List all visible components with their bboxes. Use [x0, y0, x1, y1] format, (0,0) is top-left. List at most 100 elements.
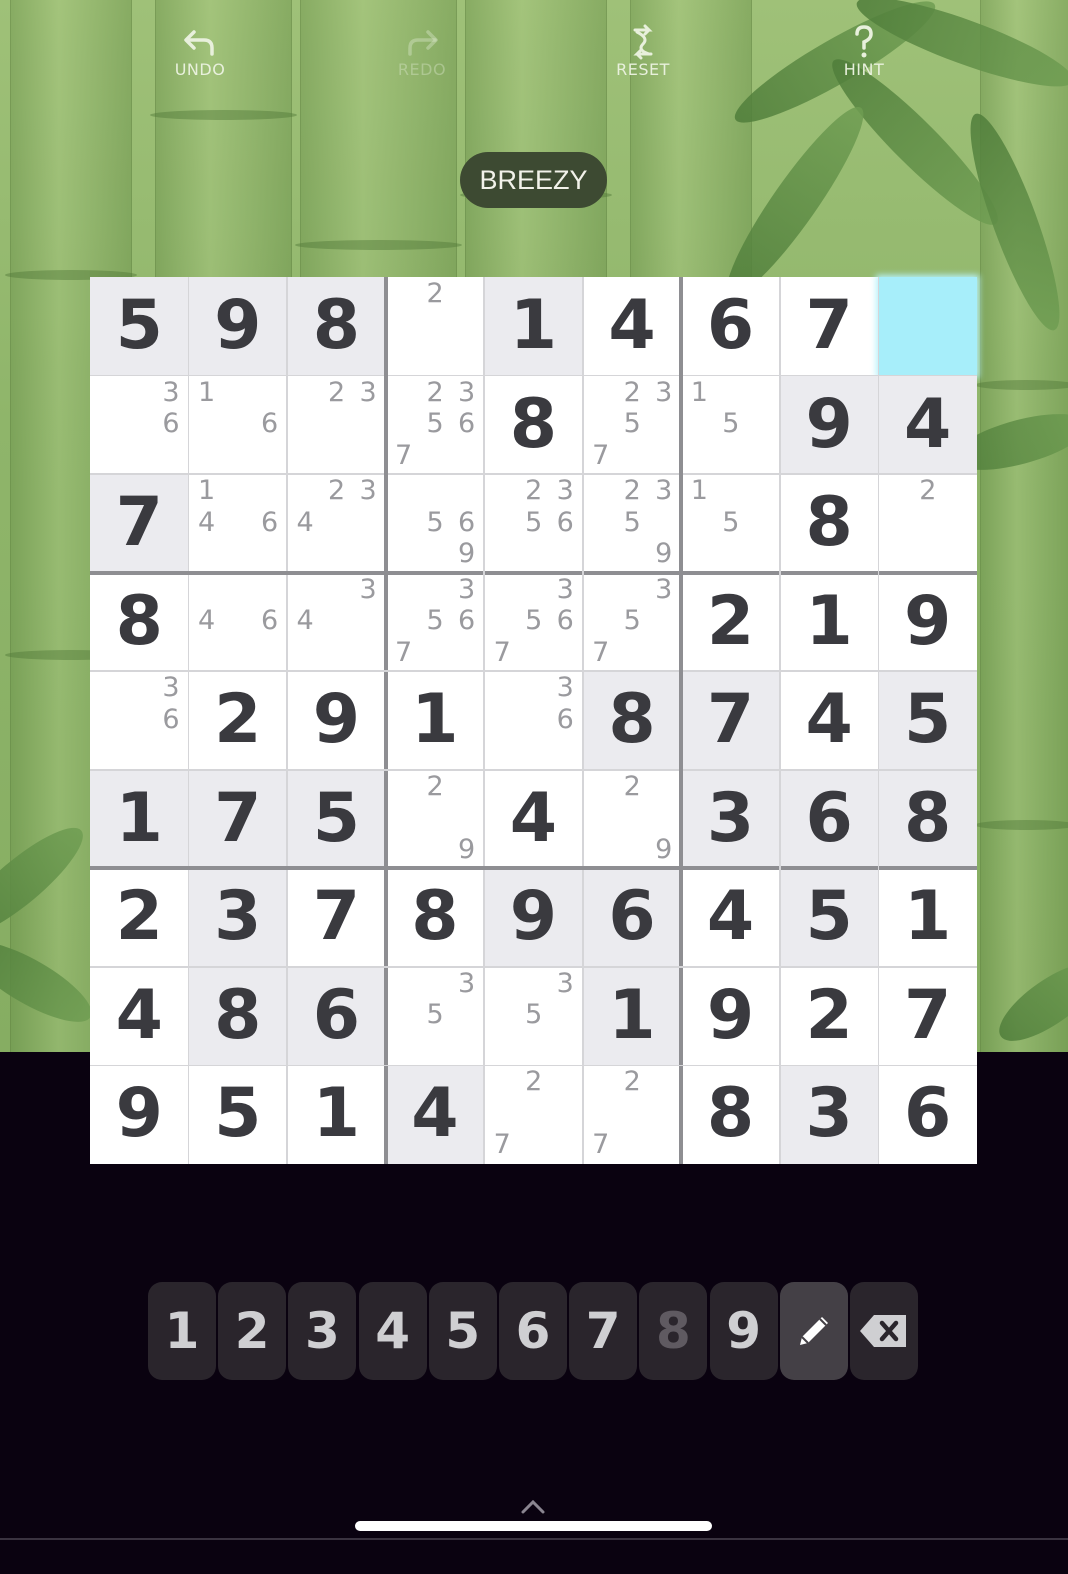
- cell-r9c9[interactable]: 6: [878, 1065, 977, 1164]
- redo-button[interactable]: REDO: [362, 24, 482, 79]
- cell-r4c8[interactable]: 1: [780, 573, 879, 672]
- cell-r5c4[interactable]: 1: [386, 671, 485, 770]
- cell-r8c8[interactable]: 2: [780, 967, 879, 1066]
- cell-r9c3[interactable]: 1: [287, 1065, 386, 1164]
- cell-r8c1[interactable]: 4: [90, 967, 189, 1066]
- cell-r2c9[interactable]: 4: [878, 375, 977, 475]
- cell-r1c3[interactable]: 8: [287, 277, 386, 376]
- cell-r3c4[interactable]: 569: [386, 474, 485, 573]
- cell-value: 7: [805, 286, 853, 365]
- cell-r1c1[interactable]: 5: [90, 277, 189, 376]
- cell-r6c1[interactable]: 1: [90, 769, 189, 869]
- cell-r3c9[interactable]: 2: [878, 474, 977, 573]
- cell-r1c4[interactable]: 2: [386, 277, 485, 376]
- cell-r1c9[interactable]: [878, 277, 977, 376]
- cell-r1c2[interactable]: 9: [188, 277, 288, 376]
- number-key-9[interactable]: 9: [709, 1282, 778, 1380]
- cell-r7c6[interactable]: 6: [582, 868, 682, 967]
- cell-r7c2[interactable]: 3: [188, 868, 288, 967]
- cell-r5c2[interactable]: 2: [189, 671, 288, 770]
- cell-r7c1[interactable]: 2: [90, 868, 189, 967]
- chevron-up-icon[interactable]: [520, 1496, 546, 1516]
- home-indicator[interactable]: [355, 1521, 712, 1531]
- cell-r8c4[interactable]: 35: [386, 967, 485, 1066]
- cell-r7c7[interactable]: 4: [681, 868, 780, 967]
- cell-r2c1[interactable]: 36: [90, 376, 189, 475]
- cell-r4c2[interactable]: 46: [189, 573, 288, 672]
- cell-r8c9[interactable]: 7: [878, 967, 977, 1066]
- number-key-2[interactable]: 2: [218, 1282, 287, 1380]
- number-key-6[interactable]: 6: [499, 1282, 567, 1380]
- cell-r3c3[interactable]: 23 4: [287, 474, 386, 573]
- cell-r9c6[interactable]: 27: [583, 1065, 682, 1164]
- erase-button[interactable]: [850, 1282, 918, 1380]
- cell-r5c9[interactable]: 5: [878, 671, 977, 770]
- cell-r8c7[interactable]: 9: [681, 967, 780, 1066]
- cell-r2c6[interactable]: 2357: [583, 376, 682, 475]
- cell-r4c1[interactable]: 8: [90, 573, 189, 672]
- cell-r7c3[interactable]: 7: [287, 868, 386, 967]
- cell-r9c7[interactable]: 8: [681, 1065, 780, 1164]
- cell-r6c7[interactable]: 3: [681, 769, 780, 869]
- cell-r3c8[interactable]: 8: [780, 474, 879, 573]
- cell-r3c6[interactable]: 2359: [583, 474, 682, 573]
- undo-button[interactable]: UNDO: [140, 24, 260, 79]
- number-key-1[interactable]: 1: [148, 1282, 216, 1380]
- cell-r5c8[interactable]: 4: [780, 671, 879, 770]
- cell-r3c1[interactable]: 7: [90, 474, 189, 573]
- cell-r6c9[interactable]: 8: [878, 769, 977, 869]
- number-key-8[interactable]: 8: [639, 1282, 708, 1380]
- number-key-3[interactable]: 3: [288, 1282, 357, 1380]
- cell-r9c4[interactable]: 4: [385, 1065, 485, 1164]
- cell-r6c6[interactable]: 29: [583, 770, 682, 869]
- cell-r8c5[interactable]: 35: [484, 967, 583, 1066]
- cell-r8c2[interactable]: 8: [188, 966, 288, 1066]
- cell-r2c3[interactable]: 23: [287, 376, 386, 475]
- reset-button[interactable]: RESET: [583, 24, 703, 79]
- cell-r9c2[interactable]: 5: [189, 1065, 288, 1164]
- cell-r4c9[interactable]: 9: [878, 573, 977, 672]
- cell-r2c5[interactable]: 8: [484, 376, 583, 475]
- number-key-7[interactable]: 7: [569, 1282, 638, 1380]
- cell-r2c4[interactable]: 2356 7: [386, 376, 485, 475]
- cell-r2c7[interactable]: 15: [681, 376, 780, 475]
- cell-r6c8[interactable]: 6: [779, 769, 879, 869]
- cell-r2c2[interactable]: 16: [189, 376, 288, 475]
- cell-r2c8[interactable]: 9: [779, 375, 879, 475]
- cell-r9c8[interactable]: 3: [779, 1065, 879, 1164]
- cell-r4c7[interactable]: 2: [681, 573, 780, 672]
- cell-value: 4: [608, 286, 656, 365]
- cell-r1c5[interactable]: 1: [484, 277, 583, 376]
- cell-r5c6[interactable]: 8: [582, 671, 682, 770]
- cell-r6c4[interactable]: 29: [386, 770, 485, 869]
- cell-r4c3[interactable]: 34: [287, 573, 386, 672]
- pencil-mode-button[interactable]: [779, 1282, 848, 1380]
- number-key-4[interactable]: 4: [358, 1282, 427, 1380]
- cell-r7c4[interactable]: 8: [386, 868, 485, 967]
- cell-r3c5[interactable]: 2356: [484, 474, 583, 573]
- cell-r1c6[interactable]: 4: [583, 277, 682, 376]
- cell-r9c5[interactable]: 27: [484, 1065, 583, 1164]
- cell-r9c1[interactable]: 9: [90, 1065, 189, 1164]
- cell-r8c6[interactable]: 1: [582, 966, 682, 1066]
- cell-r6c5[interactable]: 4: [484, 770, 583, 869]
- cell-r3c2[interactable]: 14 6: [189, 474, 288, 573]
- cell-r1c7[interactable]: 6: [681, 277, 780, 376]
- cell-r4c6[interactable]: 357: [583, 573, 682, 672]
- cell-r4c4[interactable]: 356 7: [386, 573, 485, 672]
- cell-r4c5[interactable]: 356 7: [484, 573, 583, 672]
- cell-r3c7[interactable]: 15: [681, 474, 780, 573]
- cell-r5c5[interactable]: 36: [484, 671, 583, 770]
- cell-r7c9[interactable]: 1: [878, 868, 977, 967]
- cell-r5c3[interactable]: 9: [287, 671, 386, 770]
- cell-r5c1[interactable]: 36: [90, 671, 189, 770]
- hint-button[interactable]: HINT: [804, 24, 924, 79]
- cell-r1c8[interactable]: 7: [780, 277, 879, 376]
- cell-r6c2[interactable]: 7: [188, 769, 288, 869]
- cell-r5c7[interactable]: 7: [681, 671, 780, 770]
- cell-r7c8[interactable]: 5: [779, 868, 879, 967]
- number-key-5[interactable]: 5: [428, 1282, 497, 1380]
- cell-r8c3[interactable]: 6: [287, 966, 386, 1066]
- cell-r7c5[interactable]: 9: [484, 868, 583, 967]
- cell-r6c3[interactable]: 5: [287, 769, 386, 869]
